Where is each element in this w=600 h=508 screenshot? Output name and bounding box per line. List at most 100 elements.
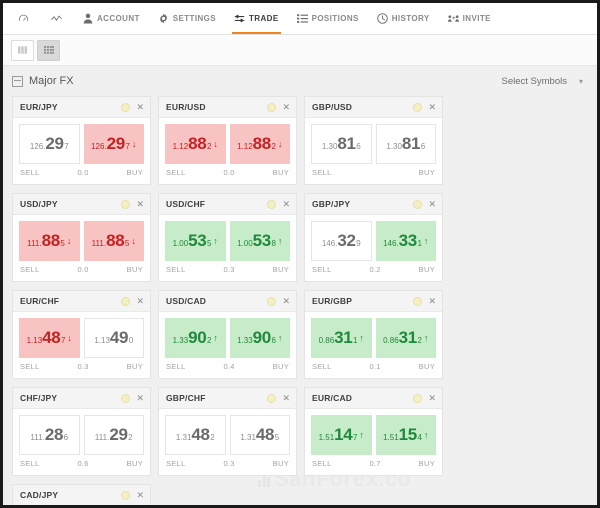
symbol-card-header: GBP/USD ✕ xyxy=(305,97,442,118)
close-icon[interactable]: ✕ xyxy=(136,297,144,306)
symbol-name: EUR/CHF xyxy=(20,296,59,306)
buy-label: BUY xyxy=(127,265,143,274)
close-icon[interactable]: ✕ xyxy=(282,297,290,306)
nav-item-invite[interactable]: INVITE xyxy=(439,3,500,34)
alert-dot-icon[interactable] xyxy=(121,103,130,112)
alert-dot-icon[interactable] xyxy=(267,200,276,209)
close-icon[interactable]: ✕ xyxy=(428,103,436,112)
buy-quote[interactable]: 126.297↓ xyxy=(84,124,145,164)
symbol-card-header: EUR/JPY✕ xyxy=(13,97,150,118)
symbol-card-actions: ✕ xyxy=(267,297,290,306)
sell-quote[interactable]: 0.86311↑ xyxy=(311,318,372,358)
sell-quote[interactable]: 111.286 xyxy=(19,415,80,455)
close-icon[interactable]: ✕ xyxy=(428,394,436,403)
alert-dot-icon[interactable] xyxy=(121,297,130,306)
symbol-name: GBP/USD xyxy=(312,102,352,112)
price-fraction: 7 xyxy=(64,142,68,151)
price-main: 29 xyxy=(107,134,125,154)
collapse-group-icon[interactable] xyxy=(12,76,23,87)
buy-quote[interactable]: 1.51154↑ xyxy=(376,415,437,455)
close-icon[interactable]: ✕ xyxy=(136,200,144,209)
buy-quote[interactable]: 111.292 xyxy=(84,415,145,455)
price: 1.13490 xyxy=(94,328,133,348)
alert-dot-icon[interactable] xyxy=(121,394,130,403)
nav-item-positions[interactable]: POSITIONS xyxy=(288,3,368,34)
price-prefix: 1.00 xyxy=(173,239,189,248)
close-icon[interactable]: ✕ xyxy=(136,394,144,403)
nav-item-trade[interactable]: TRADE xyxy=(225,3,288,34)
sell-quote[interactable]: 1.13487↓ xyxy=(19,318,80,358)
arrow-up-icon: ↑ xyxy=(278,236,283,246)
symbol-card-header: EUR/CAD✕ xyxy=(305,388,442,409)
sell-quote[interactable]: 1.30816 xyxy=(311,124,372,164)
price-main: 32 xyxy=(337,231,355,251)
price-prefix: 146. xyxy=(383,239,399,248)
sell-quote[interactable]: 1.33902↑ xyxy=(165,318,226,358)
buy-quote[interactable]: 1.00538↑ xyxy=(230,221,291,261)
select-symbols-dropdown[interactable]: Select Symbols ▾ xyxy=(502,76,584,87)
nav-item-settings[interactable]: SETTINGS xyxy=(149,3,225,34)
list-view-button[interactable] xyxy=(11,40,34,61)
sell-quote[interactable]: 1.51147↑ xyxy=(311,415,372,455)
nav-item-dashboard[interactable] xyxy=(7,3,40,34)
price-prefix: 111. xyxy=(27,239,41,248)
alert-dot-icon[interactable] xyxy=(267,297,276,306)
symbol-card-footer: SELL0.6BUY xyxy=(13,459,150,475)
main-navigation-bar: ACCOUNT SETTINGS TRADE xyxy=(3,3,597,35)
close-icon[interactable]: ✕ xyxy=(282,394,290,403)
alert-dot-icon[interactable] xyxy=(121,491,130,500)
buy-quote[interactable]: 1.12882↓ xyxy=(230,124,291,164)
grid-view-icon xyxy=(44,46,54,55)
alert-dot-icon[interactable] xyxy=(413,297,422,306)
price-fraction: 5 xyxy=(125,239,129,248)
alert-dot-icon[interactable] xyxy=(413,394,422,403)
buy-quote[interactable]: 1.13490 xyxy=(84,318,145,358)
close-icon[interactable]: ✕ xyxy=(428,200,436,209)
sell-label: SELL xyxy=(20,265,40,274)
grid-view-button[interactable] xyxy=(37,40,60,61)
price-main: 48 xyxy=(256,425,274,445)
alert-dot-icon[interactable] xyxy=(413,103,422,112)
buy-quote[interactable]: 111.885↓ xyxy=(84,221,145,261)
nav-item-history[interactable]: HISTORY xyxy=(368,3,439,34)
sell-quote[interactable]: 1.12882↓ xyxy=(165,124,226,164)
quote-row: 111.286111.292 xyxy=(13,409,150,459)
sell-quote[interactable]: 1.00535↑ xyxy=(165,221,226,261)
sell-quote[interactable]: 111.885↓ xyxy=(19,221,80,261)
price-fraction: 6 xyxy=(356,142,360,151)
alert-dot-icon[interactable] xyxy=(121,200,130,209)
close-icon[interactable]: ✕ xyxy=(136,103,144,112)
price-fraction: 7 xyxy=(353,433,357,442)
sell-quote[interactable]: 146.329 xyxy=(311,221,372,261)
symbol-card-header: USD/CHF✕ xyxy=(159,194,296,215)
buy-quote[interactable]: 1.31485 xyxy=(230,415,291,455)
symbol-card-actions: ✕ xyxy=(267,394,290,403)
price-main: 81 xyxy=(402,134,420,154)
alert-dot-icon[interactable] xyxy=(413,200,422,209)
nav-item-chart[interactable] xyxy=(40,3,73,34)
alert-dot-icon[interactable] xyxy=(267,103,276,112)
price-prefix: 1.00 xyxy=(237,239,253,248)
price-main: 88 xyxy=(188,134,206,154)
sell-quote[interactable]: 1.31482 xyxy=(165,415,226,455)
nav-item-label: TRADE xyxy=(249,14,279,23)
sell-quote[interactable]: 126.297 xyxy=(19,124,80,164)
buy-label: BUY xyxy=(273,265,289,274)
alert-dot-icon[interactable] xyxy=(267,394,276,403)
close-icon[interactable]: ✕ xyxy=(428,297,436,306)
arrow-up-icon: ↑ xyxy=(424,430,429,440)
buy-quote[interactable]: 0.86312↑ xyxy=(376,318,437,358)
buy-quote[interactable]: 1.30816 xyxy=(376,124,437,164)
nav-item-account[interactable]: ACCOUNT xyxy=(73,3,149,34)
close-icon[interactable]: ✕ xyxy=(282,103,290,112)
arrow-down-icon: ↓ xyxy=(67,333,72,343)
quote-row: 111.885↓111.885↓ xyxy=(13,215,150,265)
close-icon[interactable]: ✕ xyxy=(282,200,290,209)
buy-quote[interactable]: 146.331↑ xyxy=(376,221,437,261)
buy-quote[interactable]: 1.33906↑ xyxy=(230,318,291,358)
symbol-card: GBP/USD✕1.308161.30816SELLBUY xyxy=(304,96,443,185)
price-fraction: 5 xyxy=(207,239,211,248)
close-icon[interactable]: ✕ xyxy=(136,491,144,500)
price-main: 48 xyxy=(42,328,60,348)
price-fraction: 2 xyxy=(207,336,211,345)
